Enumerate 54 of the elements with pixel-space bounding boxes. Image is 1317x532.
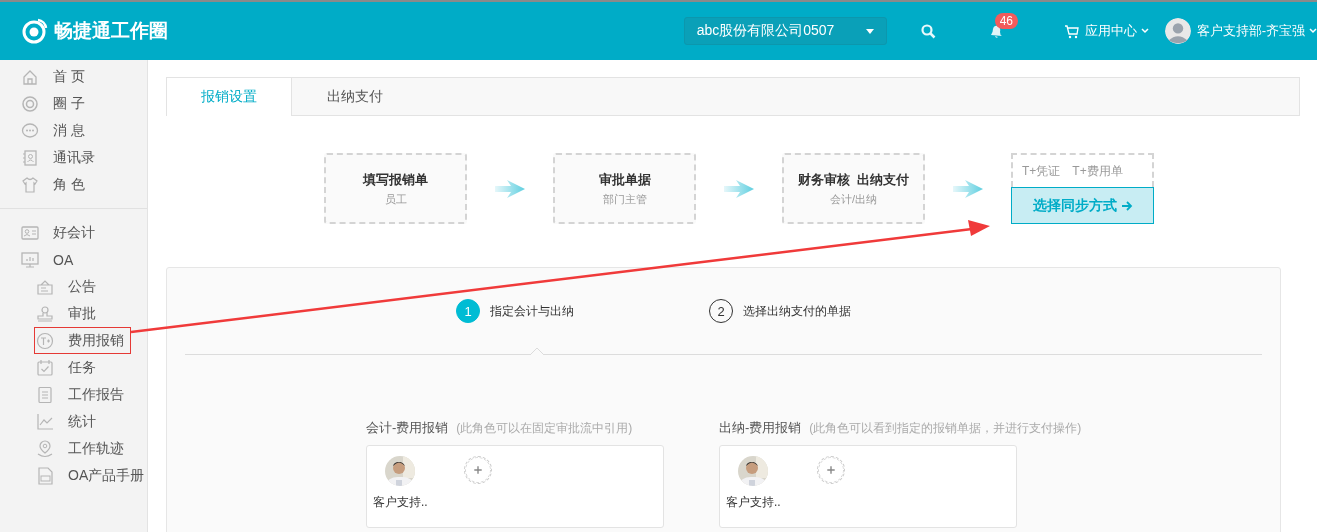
menu-icon [21,121,39,140]
menu-icon [36,331,54,350]
menu-icon [36,385,54,404]
menu-icon [21,223,39,242]
arrow-icon [495,179,525,198]
notification-badge: 46 [994,13,1018,29]
add-icon[interactable] [463,456,492,484]
cart-icon[interactable] [1063,23,1079,39]
sidebar-item[interactable]: 好会计 [0,219,101,246]
arrow-icon [953,179,983,198]
member-name: 客户支持.. [726,494,781,511]
search-icon[interactable] [920,23,936,39]
role-title: 出纳-费用报销 [719,419,802,437]
user-avatar[interactable] [1164,18,1191,44]
sidebar-item[interactable]: 工作轨迹 [0,435,130,462]
menu-icon [36,439,54,458]
menu-icon [36,358,54,377]
menu-icon [36,304,54,323]
arrow-icon [1120,199,1133,212]
sidebar-item[interactable]: 首 页 [0,63,91,90]
caret-icon [865,28,874,34]
sidebar-item[interactable]: 统计 [0,408,102,435]
menu-icon [21,94,39,113]
menu-icon [36,466,54,485]
role-hint: (此角色可以看到指定的报销单据，并进行支付操作) [809,420,1082,437]
tab[interactable]: 出纳支付 [292,78,417,115]
sidebar-item[interactable]: OA [0,246,80,273]
sidebar-item[interactable]: 审批 [0,300,102,327]
sidebar-item[interactable]: 费用报销 [34,327,131,354]
role-hint: (此角色可以在固定审批流中引用) [456,420,633,437]
menu-icon [21,175,39,194]
menu-icon [21,148,39,167]
sidebar-item[interactable]: 消 息 [0,117,91,144]
menu-icon [21,250,39,269]
wizard-step[interactable]: 2 选择出纳支付的单据 [709,298,851,324]
flow-step-card: 审批单据 部门主管 [553,153,696,224]
chevron-icon [1309,28,1317,34]
sidebar-item[interactable]: 任务 [0,354,102,381]
logo-icon [22,18,48,44]
role-title: 会计-费用报销 [366,419,449,437]
chevron-icon [1140,28,1149,34]
member-name: 客户支持.. [373,494,428,511]
arrow-icon [724,179,754,198]
flow-step-card: 填写报销单 员工 [324,153,467,224]
flow-step-card: 财务审核 出纳支付 会计/出纳 [782,153,925,224]
menu-icon [36,412,54,431]
sidebar-item[interactable]: 圈 子 [0,90,91,117]
sidebar-item[interactable]: 公告 [0,273,102,300]
sidebar-item[interactable]: OA产品手册 [0,462,151,489]
sidebar-item[interactable]: 角 色 [0,171,91,198]
wizard-step[interactable]: 1 指定会计与出纳 [456,298,574,324]
sidebar-item[interactable]: 工作报告 [0,381,130,408]
add-icon[interactable] [816,456,845,484]
sidebar-item[interactable]: 通讯录 [0,144,101,171]
